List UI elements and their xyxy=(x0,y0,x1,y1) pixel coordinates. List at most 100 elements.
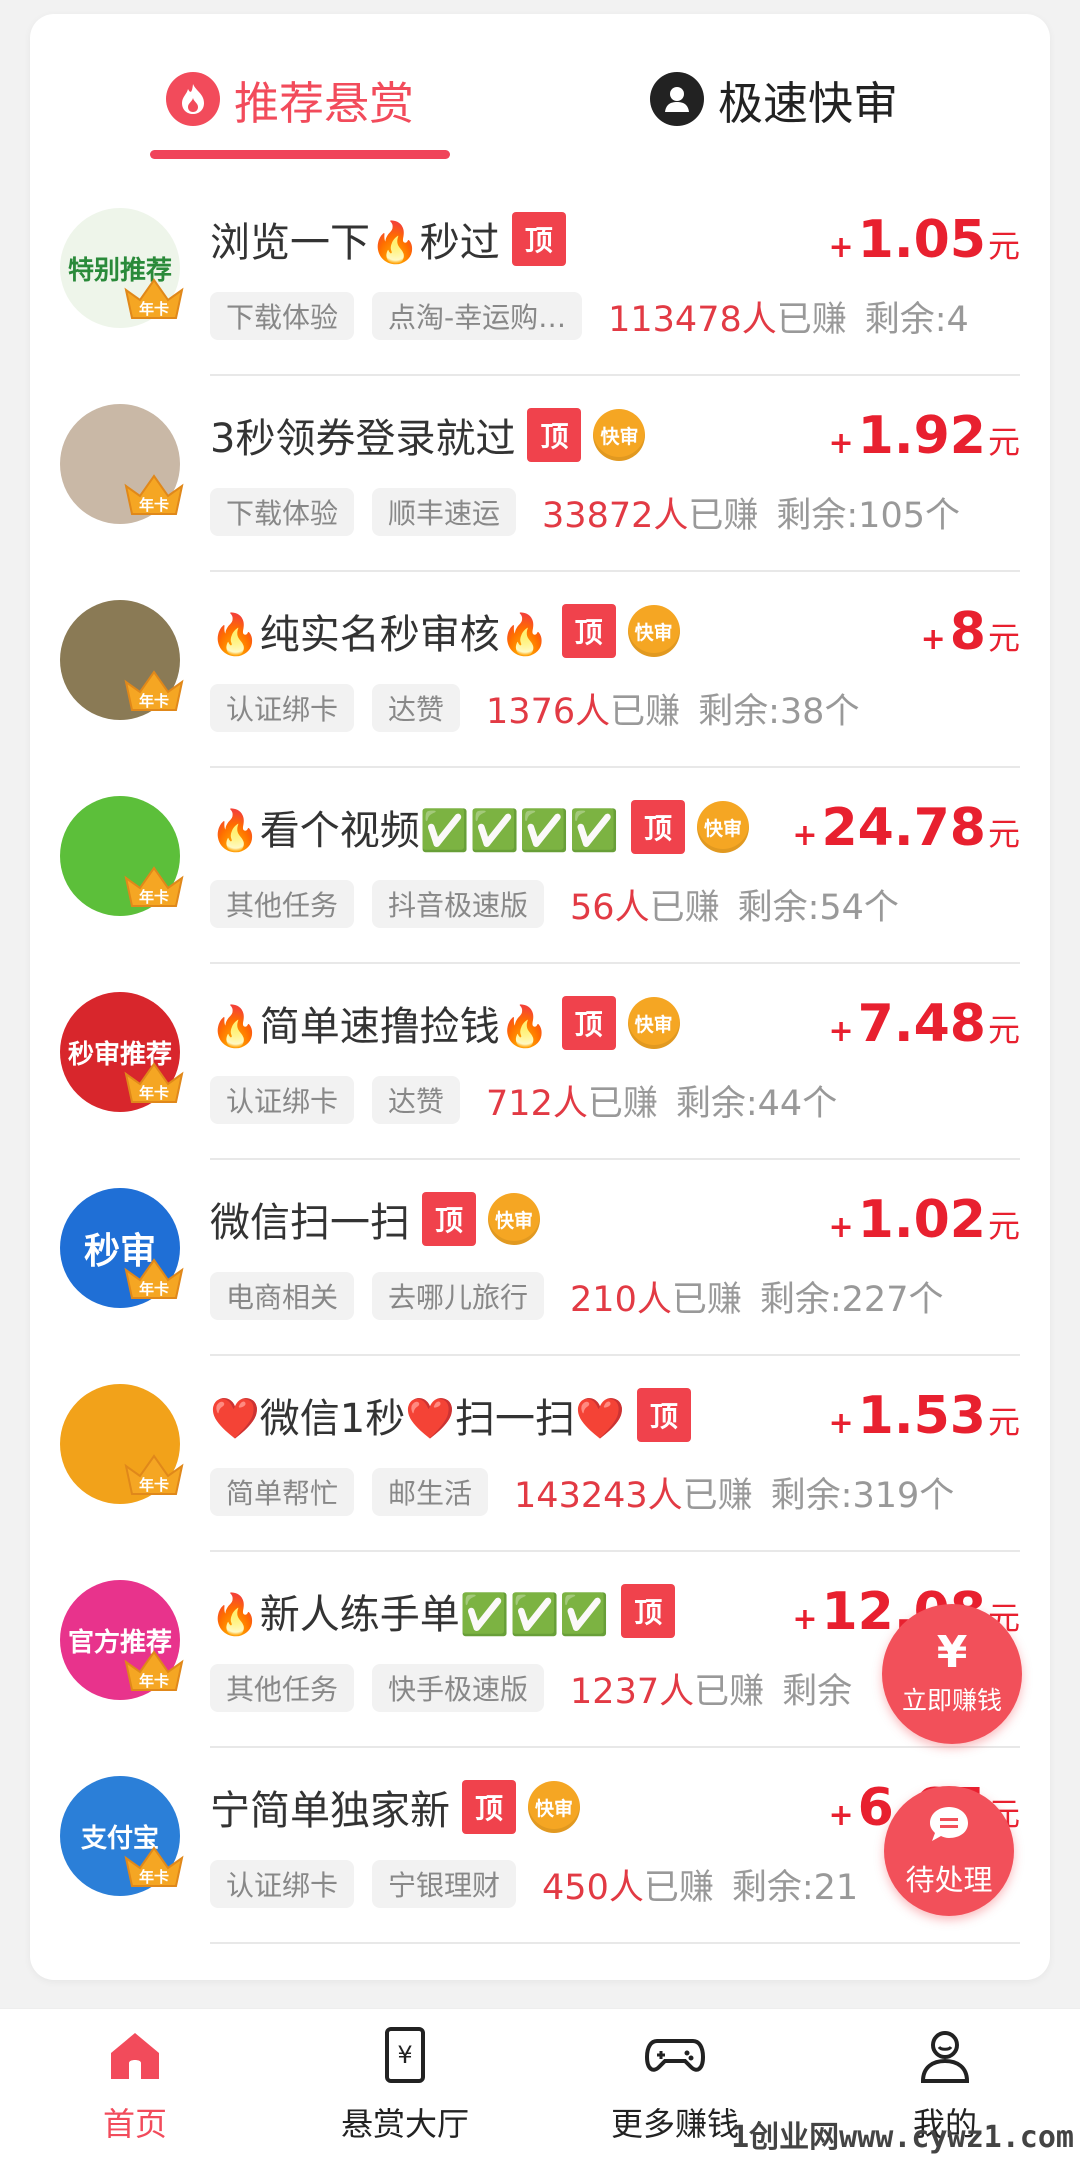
earned-stat: 143243人已赚 xyxy=(514,1467,753,1518)
reward-plus: + xyxy=(828,1210,854,1245)
task-title: 浏览一下🔥秒过 xyxy=(210,220,500,266)
earned-stat: 1376人已赚 xyxy=(486,683,680,734)
earned-stat: 1237人已赚 xyxy=(570,1663,764,1714)
nav-label: 悬赏大厅 xyxy=(340,2105,469,2143)
reward-amount: 24.78 xyxy=(821,798,986,858)
earned-stat: 33872人已赚 xyxy=(542,487,758,538)
remaining-stat: 剩余:4 xyxy=(864,299,969,340)
earned-stat: 113478人已赚 xyxy=(608,291,847,342)
reward-plus: + xyxy=(828,1406,854,1441)
earned-stat: 712人已赚 xyxy=(486,1075,658,1126)
svg-text:¥: ¥ xyxy=(397,2041,412,2069)
earned-count: 712人 xyxy=(486,1083,588,1124)
task-list-item[interactable]: 年卡 🔥看个视频✅✅✅✅ 顶 快审 + 24.78 元 其他任务 抖音极速版 56… xyxy=(30,768,1050,964)
fast-review-badge: 快审 xyxy=(627,605,680,657)
gamepad-icon xyxy=(644,2039,706,2072)
user-icon xyxy=(650,72,704,126)
task-reward: + 1.92 元 xyxy=(829,406,1020,476)
earn-now-button[interactable]: ¥ 立即赚钱 xyxy=(882,1604,1022,1744)
watermark: 1创业网www.cywz1.com xyxy=(731,2120,1074,2155)
remaining-stat: 剩余:21 xyxy=(731,1867,859,1908)
fire-icon xyxy=(166,72,220,126)
task-list-item[interactable]: 年卡 ❤️微信1秒❤️扫一扫❤️ 顶 + 1.53 元 简单帮忙 邮生活 1432… xyxy=(30,1356,1050,1552)
reward-plus: + xyxy=(792,1602,818,1637)
crown-badge: 年卡 xyxy=(122,1256,186,1300)
fast-review-badge: 快审 xyxy=(528,1781,580,1833)
earned-label: 已赚 xyxy=(694,1671,765,1712)
task-list-item[interactable]: 秒审推荐 年卡 🔥简单速撸捡钱🔥 顶 快审 + 7.48 元 认证绑卡 达赞 71… xyxy=(30,964,1050,1160)
reward-hall-icon: ¥ xyxy=(385,2027,425,2083)
earned-label: 已赚 xyxy=(682,1475,753,1516)
reward-amount: 1.05 xyxy=(857,210,986,270)
fast-review-badge: 快审 xyxy=(697,801,750,853)
earned-label: 已赚 xyxy=(610,691,681,732)
task-title: ❤️微信1秒❤️扫一扫❤️ xyxy=(210,1396,625,1442)
task-tag: 下载体验 xyxy=(210,488,355,536)
crown-badge: 年卡 xyxy=(122,668,186,712)
nav-label: 更多赚钱 xyxy=(610,2105,739,2143)
crown-badge: 年卡 xyxy=(122,1648,186,1692)
reward-unit: 元 xyxy=(987,619,1020,657)
task-tag: 点淘-幸运购… xyxy=(372,292,583,340)
reward-unit: 元 xyxy=(987,1207,1020,1245)
crown-label: 年卡 xyxy=(138,300,169,318)
earned-count: 143243人 xyxy=(514,1475,683,1516)
task-tag: 其他任务 xyxy=(210,1664,355,1712)
task-tag: 达赞 xyxy=(372,684,461,732)
crown-label: 年卡 xyxy=(138,496,169,514)
task-reward: + 7.48 元 xyxy=(829,994,1020,1064)
reward-plus: + xyxy=(828,426,854,461)
task-reward: + 1.05 元 xyxy=(829,210,1020,280)
pinned-badge: 顶 xyxy=(631,800,686,854)
task-meta-row: 简单帮忙 邮生活 143243人已赚 剩余:319个 xyxy=(210,1466,1020,1518)
tab-label: 推荐悬赏 xyxy=(234,76,415,130)
remaining-stat: 剩余:38个 xyxy=(698,691,860,732)
task-title: 🔥纯实名秒审核🔥 xyxy=(210,612,550,658)
remaining-stat: 剩余:44个 xyxy=(675,1083,838,1124)
task-list-item[interactable]: 年卡 3秒领券登录就过 顶 快审 + 1.92 元 下载体验 顺丰速运 33872… xyxy=(30,376,1050,572)
pinned-badge: 顶 xyxy=(462,1780,516,1834)
tab-fast-review[interactable]: 极速快审 xyxy=(650,64,898,134)
nav-reward-hall[interactable]: ¥ 悬赏大厅 xyxy=(270,2009,540,2160)
crown-label: 年卡 xyxy=(138,1672,169,1690)
task-tag: 认证绑卡 xyxy=(210,1076,355,1124)
earned-count: 1376人 xyxy=(486,691,611,732)
remaining-stat: 剩余:227个 xyxy=(759,1279,944,1320)
earned-label: 已赚 xyxy=(643,1867,714,1908)
earned-stat: 450人已赚 xyxy=(542,1859,714,1910)
crown-label: 年卡 xyxy=(138,1084,169,1102)
fast-review-badge: 快审 xyxy=(488,1193,540,1245)
task-list-item[interactable]: 秒审 年卡 微信扫一扫 顶 快审 + 1.02 元 电商相关 去哪儿旅行 210人… xyxy=(30,1160,1050,1356)
task-meta-row: 认证绑卡 达赞 1376人已赚 剩余:38个 xyxy=(210,682,1020,734)
earned-stat: 210人已赚 xyxy=(570,1271,742,1322)
task-list-item[interactable]: 年卡 🔥纯实名秒审核🔥 顶 快审 + 8 元 认证绑卡 达赞 1376人已赚 剩余… xyxy=(30,572,1050,768)
task-meta-row: 认证绑卡 达赞 712人已赚 剩余:44个 xyxy=(210,1074,1020,1126)
remaining-stat: 剩余:105个 xyxy=(776,495,960,536)
earned-label: 已赚 xyxy=(776,299,847,340)
earned-count: 450人 xyxy=(542,1867,644,1908)
remaining-stat: 剩余:54个 xyxy=(737,887,899,928)
active-tab-indicator xyxy=(150,150,450,159)
pending-label: 待处理 xyxy=(905,1862,993,1897)
nav-home[interactable]: 首页 xyxy=(0,2009,270,2160)
tab-recommended-rewards[interactable]: 推荐悬赏 xyxy=(166,64,414,134)
crown-badge: 年卡 xyxy=(122,1452,186,1496)
reward-unit: 元 xyxy=(987,227,1020,265)
task-title: 🔥看个视频✅✅✅✅ xyxy=(210,808,620,854)
reward-plus: + xyxy=(920,622,946,657)
task-title: 宁简单独家新 xyxy=(210,1788,450,1834)
task-tag: 抖音极速版 xyxy=(372,880,545,928)
task-tag: 达赞 xyxy=(372,1076,461,1124)
task-list-item[interactable]: 特别推荐 年卡 浏览一下🔥秒过 顶 + 1.05 元 下载体验 点淘-幸运购… 1… xyxy=(30,180,1050,376)
task-tag: 认证绑卡 xyxy=(210,1860,355,1908)
task-tag: 认证绑卡 xyxy=(210,684,355,732)
task-reward: + 1.53 元 xyxy=(829,1386,1020,1456)
pinned-badge: 顶 xyxy=(621,1584,676,1638)
yuan-icon: ¥ xyxy=(936,1627,968,1678)
reward-unit: 元 xyxy=(987,815,1020,853)
earned-count: 56人 xyxy=(570,887,650,928)
fast-review-badge: 快审 xyxy=(627,997,680,1049)
pending-button[interactable]: 待处理 xyxy=(884,1786,1014,1916)
remaining-stat: 剩余 xyxy=(782,1671,853,1712)
pinned-badge: 顶 xyxy=(511,212,566,266)
